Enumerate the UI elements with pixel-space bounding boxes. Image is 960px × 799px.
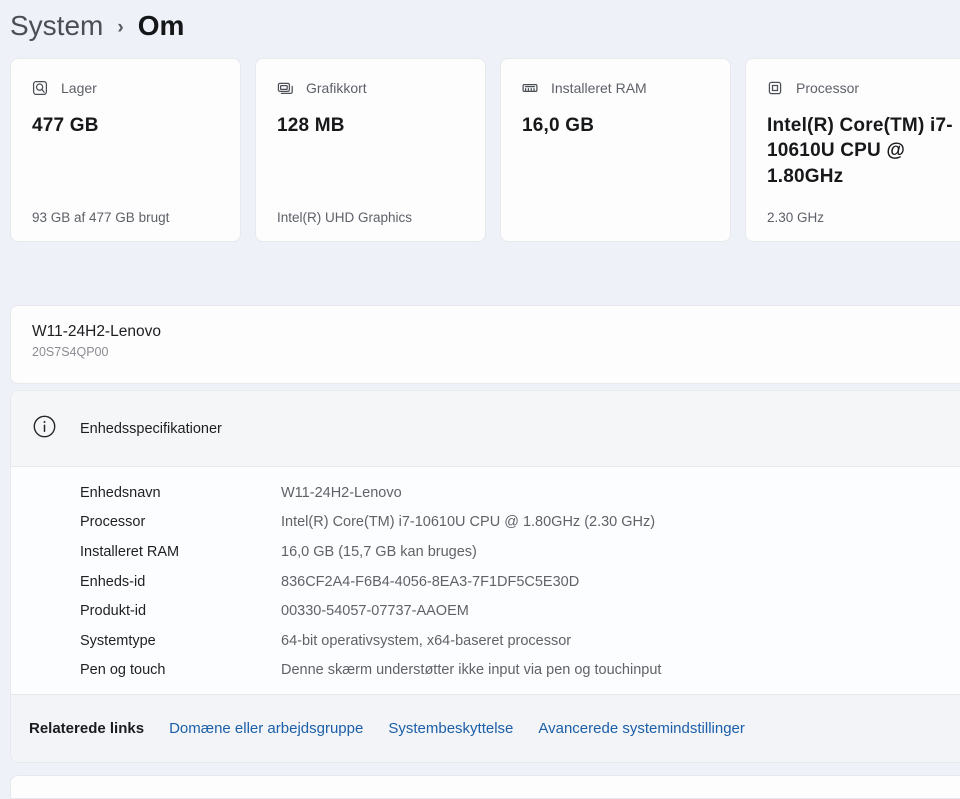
ram-card-value: 16,0 GB [522, 113, 710, 138]
gpu-card-detail: Intel(R) UHD Graphics [277, 210, 465, 226]
info-icon [33, 415, 56, 443]
cpu-card-detail: 2.30 GHz [767, 210, 955, 226]
cpu-card-label: Processor [796, 80, 859, 96]
storage-card-detail: 93 GB af 477 GB brugt [32, 210, 220, 226]
spec-label: Enheds-id [11, 574, 281, 590]
device-specifications-expander: Enhedsspecifikationer Enhedsnavn W11-24H… [10, 390, 960, 763]
spec-table: Enhedsnavn W11-24H2-Lenovo Processor Int… [11, 467, 960, 694]
cpu-icon [767, 80, 783, 96]
spec-value: Denne skærm understøtter ikke input via … [281, 662, 661, 678]
spec-row-device-name: Enhedsnavn W11-24H2-Lenovo [11, 478, 960, 508]
page-title: Om [138, 10, 185, 42]
spec-value: 16,0 GB (15,7 GB kan bruges) [281, 544, 477, 560]
link-domain-workgroup[interactable]: Domæne eller arbejdsgruppe [169, 720, 363, 737]
spec-label: Produkt-id [11, 603, 281, 619]
device-specifications-title: Enhedsspecifikationer [80, 421, 222, 437]
link-system-protection[interactable]: Systembeskyttelse [388, 720, 513, 737]
next-expander-card[interactable] [10, 775, 960, 799]
gpu-card-value: 128 MB [277, 113, 465, 138]
related-links-label: Relaterede links [29, 720, 144, 737]
breadcrumb-chevron-icon: › [117, 17, 123, 39]
overview-cards: Lager 477 GB 93 GB af 477 GB brugt Grafi… [10, 58, 960, 242]
ram-card: Installeret RAM 16,0 GB [500, 58, 731, 242]
spec-value: Intel(R) Core(TM) i7-10610U CPU @ 1.80GH… [281, 514, 655, 530]
spec-value: 836CF2A4-F6B4-4056-8EA3-7F1DF5C5E30D [281, 574, 579, 590]
spec-label: Processor [11, 514, 281, 530]
storage-card: Lager 477 GB 93 GB af 477 GB brugt [10, 58, 241, 242]
device-specifications-header[interactable]: Enhedsspecifikationer [11, 391, 960, 467]
storage-card-value: 477 GB [32, 113, 220, 138]
device-name: W11-24H2-Lenovo [32, 323, 960, 341]
spec-row-system-type: Systemtype 64-bit operativsystem, x64-ba… [11, 626, 960, 656]
spec-row-processor: Processor Intel(R) Core(TM) i7-10610U CP… [11, 508, 960, 538]
spec-label: Enhedsnavn [11, 485, 281, 501]
gpu-card: Grafikkort 128 MB Intel(R) UHD Graphics [255, 58, 486, 242]
gpu-card-label: Grafikkort [306, 80, 367, 96]
gpu-icon [277, 80, 293, 96]
spec-row-pen-touch: Pen og touch Denne skærm understøtter ik… [11, 656, 960, 686]
breadcrumb-system[interactable]: System [10, 10, 103, 42]
breadcrumb: System › Om [10, 0, 184, 52]
spec-row-product-id: Produkt-id 00330-54057-07737-AAOEM [11, 596, 960, 626]
link-advanced-system-settings[interactable]: Avancerede systemindstillinger [538, 720, 745, 737]
spec-row-ram: Installeret RAM 16,0 GB (15,7 GB kan bru… [11, 537, 960, 567]
spec-row-device-id: Enheds-id 836CF2A4-F6B4-4056-8EA3-7F1DF5… [11, 567, 960, 597]
device-model: 20S7S4QP00 [32, 345, 960, 359]
cpu-card-value: Intel(R) Core(TM) i7-10610U CPU @ 1.80GH… [767, 113, 955, 189]
spec-label: Pen og touch [11, 662, 281, 678]
device-name-card: W11-24H2-Lenovo 20S7S4QP00 [10, 305, 960, 384]
spec-label: Systemtype [11, 633, 281, 649]
storage-icon [32, 80, 48, 96]
cpu-card: Processor Intel(R) Core(TM) i7-10610U CP… [745, 58, 960, 242]
storage-card-label: Lager [61, 80, 97, 96]
ram-card-detail [522, 210, 710, 226]
ram-card-label: Installeret RAM [551, 80, 647, 96]
ram-icon [522, 80, 538, 96]
spec-label: Installeret RAM [11, 544, 281, 560]
spec-value: 64-bit operativsystem, x64-baseret proce… [281, 633, 571, 649]
spec-value: W11-24H2-Lenovo [281, 485, 402, 501]
related-links-row: Relaterede links Domæne eller arbejdsgru… [11, 694, 960, 762]
spec-value: 00330-54057-07737-AAOEM [281, 603, 469, 619]
